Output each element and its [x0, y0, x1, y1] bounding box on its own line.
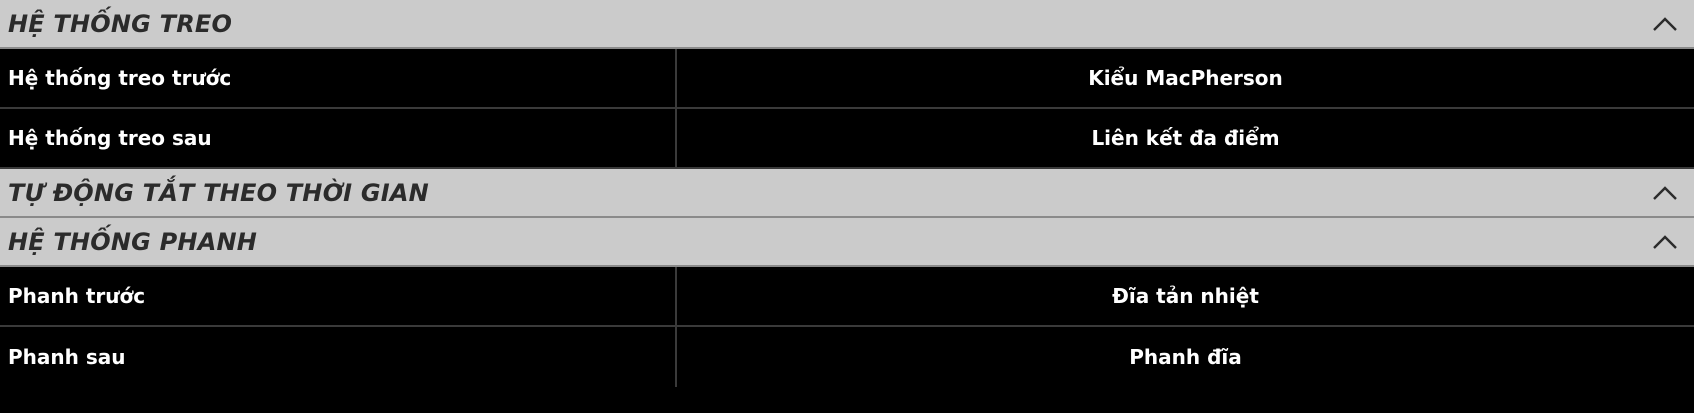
- section-header-auto-off[interactable]: TỰ ĐỘNG TẮT THEO THỜI GIAN: [0, 169, 1694, 218]
- spec-label: Hệ thống treo sau: [0, 109, 677, 167]
- section-title: HỆ THỐNG PHANH: [8, 227, 258, 256]
- spec-row: Hệ thống treo sau Liên kết đa điểm: [0, 109, 1694, 169]
- section-title: HỆ THỐNG TREO: [8, 9, 233, 38]
- chevron-up-icon[interactable]: [1650, 227, 1680, 257]
- spec-label: Phanh trước: [0, 267, 677, 325]
- section-header-suspension[interactable]: HỆ THỐNG TREO: [0, 0, 1694, 49]
- spec-value: Đĩa tản nhiệt: [1112, 284, 1259, 308]
- chevron-up-icon[interactable]: [1650, 9, 1680, 39]
- spec-row: Phanh sau Phanh đĩa: [0, 327, 1694, 387]
- chevron-up-icon[interactable]: [1650, 178, 1680, 208]
- spec-value: Phanh đĩa: [1129, 345, 1242, 369]
- spec-value: Liên kết đa điểm: [1091, 126, 1280, 150]
- spec-accordion: HỆ THỐNG TREO Hệ thống treo trước Kiểu M…: [0, 0, 1694, 413]
- section-header-brakes[interactable]: HỆ THỐNG PHANH: [0, 218, 1694, 267]
- section-title: TỰ ĐỘNG TẮT THEO THỜI GIAN: [8, 178, 429, 207]
- spec-row: Hệ thống treo trước Kiểu MacPherson: [0, 49, 1694, 109]
- spec-row: Phanh trước Đĩa tản nhiệt: [0, 267, 1694, 327]
- spec-label: Phanh sau: [0, 327, 677, 387]
- section-brakes: HỆ THỐNG PHANH Phanh trước Đĩa tản nhiệt…: [0, 218, 1694, 387]
- section-suspension: HỆ THỐNG TREO Hệ thống treo trước Kiểu M…: [0, 0, 1694, 169]
- section-auto-off: TỰ ĐỘNG TẮT THEO THỜI GIAN: [0, 169, 1694, 218]
- spec-label: Hệ thống treo trước: [0, 49, 677, 107]
- spec-value: Kiểu MacPherson: [1088, 66, 1283, 90]
